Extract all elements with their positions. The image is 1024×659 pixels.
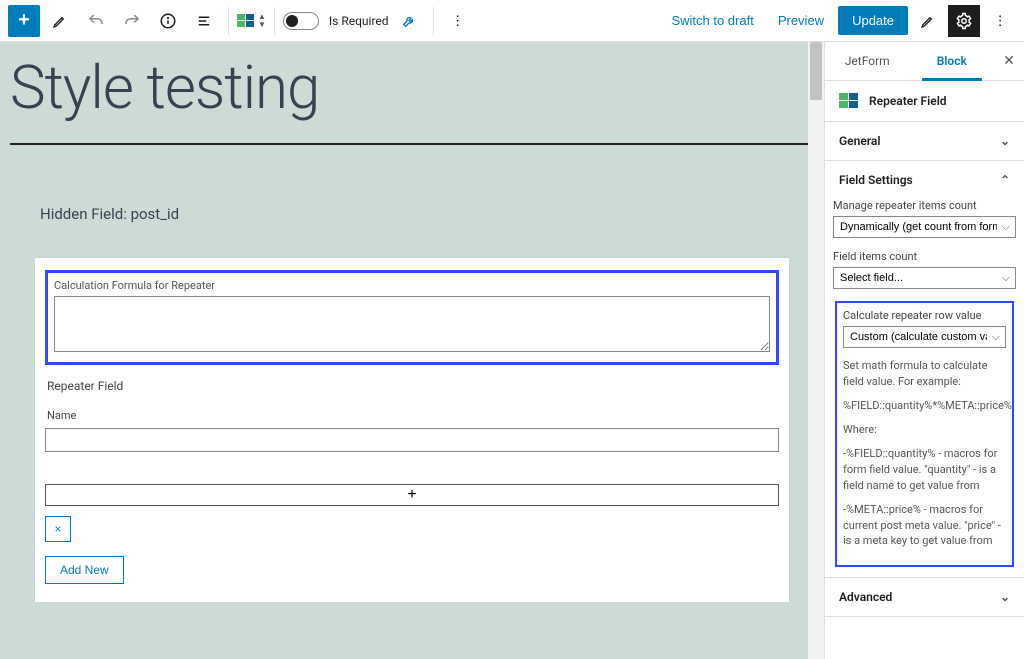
repeater-card: Calculation Formula for Repeater Repeate… (35, 258, 789, 602)
toolbar-separator (433, 7, 434, 35)
calc-formula-input[interactable] (54, 296, 770, 352)
block-type-header: Repeater Field (825, 81, 1024, 122)
top-toolbar: + ▲▼ Is Required ⋮ Switch to draft Previ… (0, 0, 1024, 42)
is-required-label: Is Required (329, 14, 389, 28)
outline-icon[interactable] (188, 5, 220, 37)
panel-advanced: Advanced ⌄ (825, 578, 1024, 617)
chevron-up-icon: ⌃ (1000, 173, 1010, 187)
add-new-button[interactable]: Add New (45, 556, 124, 584)
toolbar-separator (228, 7, 229, 35)
title-divider (10, 143, 814, 145)
redo-icon[interactable] (116, 5, 148, 37)
panel-general-toggle[interactable]: General ⌄ (825, 122, 1024, 160)
repeater-icon (839, 93, 859, 109)
close-sidebar-icon[interactable]: ✕ (994, 42, 1024, 80)
is-required-toggle[interactable] (283, 12, 319, 30)
block-type-name: Repeater Field (869, 94, 947, 108)
scrollbar[interactable] (808, 42, 824, 659)
repeater-icon (237, 14, 254, 27)
items-count-label: Field items count (833, 250, 1016, 263)
name-label: Name (47, 409, 779, 422)
panel-field-settings-label: Field Settings (839, 173, 913, 187)
tab-block[interactable]: Block (910, 42, 995, 80)
panel-advanced-label: Advanced (839, 590, 892, 604)
panel-field-settings-toggle[interactable]: Field Settings ⌃ (825, 161, 1024, 199)
switch-draft-button[interactable]: Switch to draft (661, 7, 763, 34)
add-row-button[interactable]: + (45, 484, 779, 506)
chevron-down-icon: ⌄ (1000, 134, 1010, 148)
tab-jetform[interactable]: JetForm (825, 42, 910, 80)
info-icon[interactable] (152, 5, 184, 37)
undo-icon[interactable] (80, 5, 112, 37)
add-block-button[interactable]: + (8, 5, 40, 37)
page-title[interactable]: Style testing (10, 52, 814, 123)
block-type-chip[interactable] (237, 14, 254, 27)
name-input[interactable] (45, 428, 779, 452)
sidebar-tabs: JetForm Block ✕ (825, 42, 1024, 81)
move-arrows[interactable]: ▲▼ (258, 13, 266, 29)
chevron-down-icon: ⌄ (1000, 590, 1010, 604)
repeater-field-label: Repeater Field (47, 379, 779, 393)
panel-advanced-toggle[interactable]: Advanced ⌄ (825, 578, 1024, 616)
more-icon[interactable]: ⋮ (442, 5, 474, 37)
edit-icon[interactable] (44, 5, 76, 37)
toolbar-separator (274, 7, 275, 35)
update-button[interactable]: Update (838, 6, 908, 35)
panel-general: General ⌄ (825, 122, 1024, 161)
editor-canvas: Style testing Hidden Field: post_id Calc… (0, 42, 824, 659)
manage-count-label: Manage repeater items count (833, 199, 1016, 212)
sidebar: JetForm Block ✕ Repeater Field General ⌄… (824, 42, 1024, 659)
preview-button[interactable]: Preview (768, 7, 834, 34)
settings-icon[interactable] (948, 5, 980, 37)
panel-general-label: General (839, 134, 880, 148)
calc-formula-highlight: Calculation Formula for Repeater (45, 270, 779, 365)
calc-row-select[interactable]: Custom (calculate custom value for each (843, 326, 1006, 348)
items-count-select[interactable]: Select field... (833, 267, 1016, 289)
calc-row-label: Calculate repeater row value (843, 309, 1006, 322)
remove-row-button[interactable]: × (45, 516, 71, 542)
calc-value-highlight: Calculate repeater row value Custom (cal… (835, 301, 1014, 567)
jet-icon[interactable] (912, 5, 944, 37)
calc-formula-label: Calculation Formula for Repeater (54, 279, 770, 292)
manage-count-select[interactable]: Dynamically (get count from form field) (833, 216, 1016, 238)
kebab-icon[interactable]: ⋮ (984, 5, 1016, 37)
wrench-icon[interactable] (393, 5, 425, 37)
panel-field-settings: Field Settings ⌃ Manage repeater items c… (825, 161, 1024, 578)
hidden-field-label[interactable]: Hidden Field: post_id (40, 205, 814, 223)
calc-help-text: Set math formula to calculate field valu… (843, 358, 1006, 549)
